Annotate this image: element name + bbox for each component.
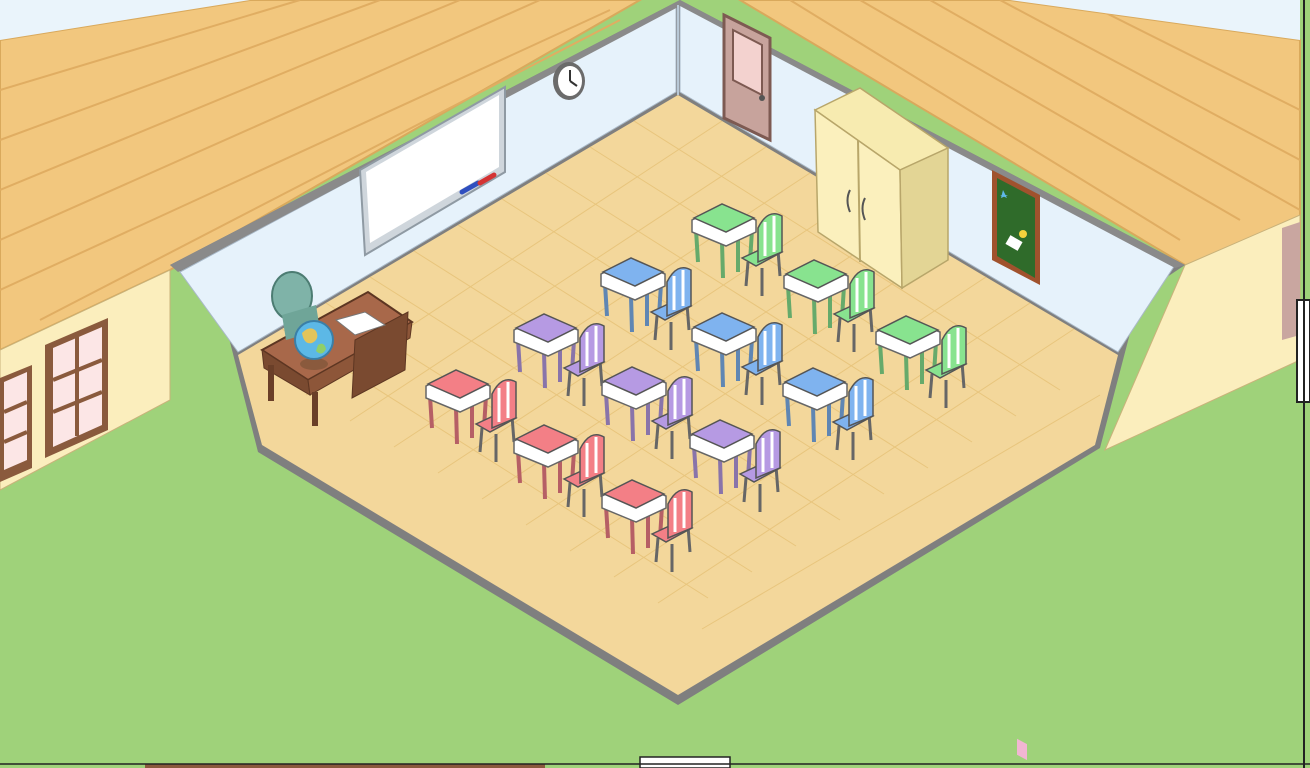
globe-icon[interactable] xyxy=(294,320,334,370)
wall-clock-icon[interactable] xyxy=(553,62,585,100)
bottom-panel-stub[interactable] xyxy=(639,756,731,768)
isometric-room-scene xyxy=(0,0,1310,768)
door-icon[interactable] xyxy=(722,12,772,143)
outer-window-2 xyxy=(0,365,32,482)
room-canvas xyxy=(0,0,1310,768)
